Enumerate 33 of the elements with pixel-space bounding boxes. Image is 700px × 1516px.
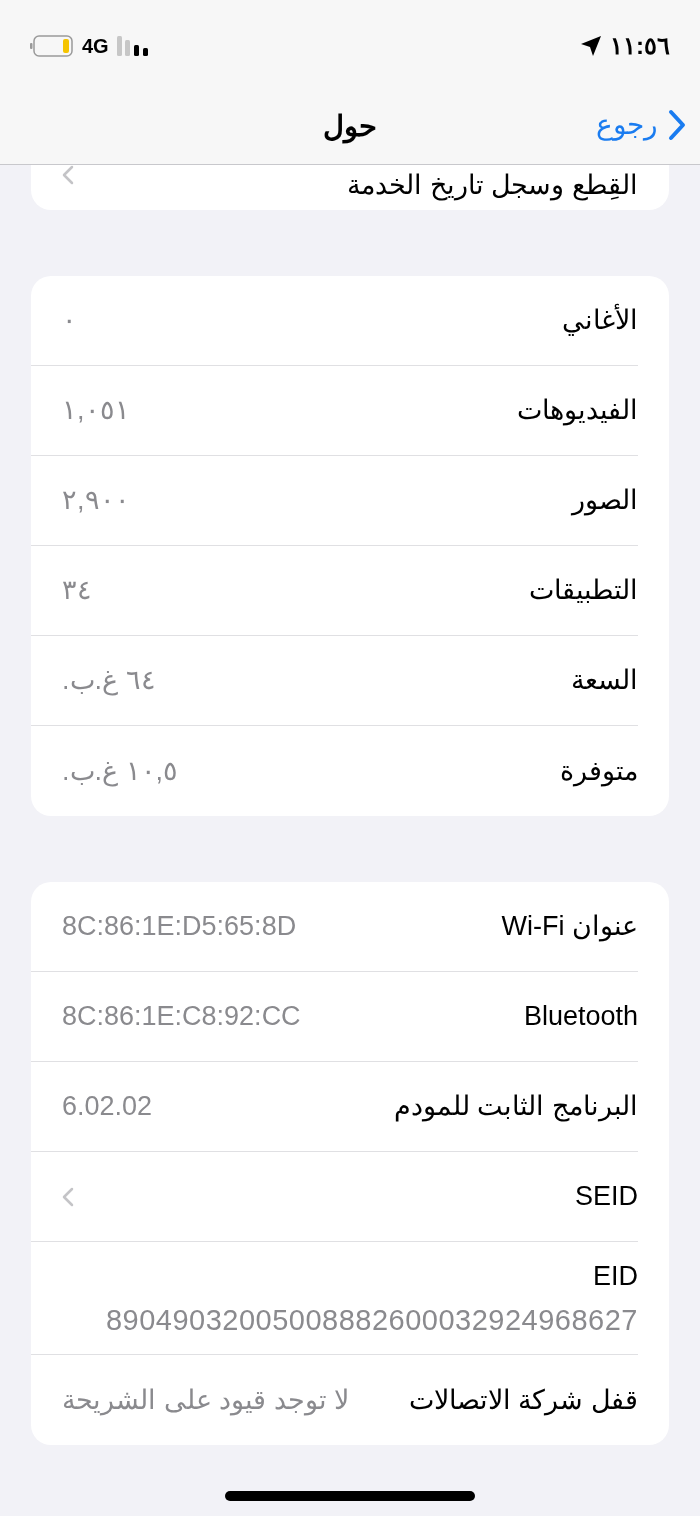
row-value: ٢,٩٠٠ xyxy=(62,484,130,518)
row-label: الأغاني xyxy=(562,302,638,338)
row-label: متوفرة xyxy=(560,754,638,789)
row-value: ١,٠٥١ xyxy=(62,394,130,428)
chevron-icon xyxy=(62,1186,74,1207)
row-label: التطبيقات xyxy=(529,574,638,608)
row-value: 89049032005008882600032924968627 xyxy=(105,1303,638,1338)
row-label: عنوان Wi-Fi xyxy=(501,910,638,944)
row-value: لا توجد قيود على الشريحة xyxy=(62,1383,349,1418)
status-time: ١١:٥٦ xyxy=(610,31,670,61)
row-value: 8C:86:1E:D5:65:8D xyxy=(62,910,297,944)
list-item[interactable]: القِطع وسجل تاريخ الخدمة xyxy=(31,165,638,210)
row-label: الصور xyxy=(572,484,638,518)
row-value: ٠ xyxy=(62,304,77,338)
row-label: قفل شركة الاتصالات xyxy=(409,1383,638,1418)
row-value: ٣٤ xyxy=(62,574,92,608)
signal-icon xyxy=(116,36,151,56)
battery-icon xyxy=(30,35,74,57)
location-arrow-icon xyxy=(580,35,602,57)
network-label: 4G xyxy=(82,34,109,59)
row-value: ٦٤ غ.ب. xyxy=(62,664,156,698)
back-chevron-icon xyxy=(668,109,686,141)
row-value: ١٠,٥ غ.ب. xyxy=(62,754,179,789)
row-label: EID xyxy=(593,1260,638,1293)
nav-title: حول xyxy=(323,109,377,146)
row-label: Bluetooth xyxy=(523,1000,638,1034)
list-item[interactable]: SEID xyxy=(31,1152,638,1242)
back-button[interactable]: رجوع xyxy=(596,104,686,146)
row-label: الفيديوهات xyxy=(517,394,638,428)
row-value: 6.02.02 xyxy=(62,1090,153,1124)
row-label: البرنامج الثابت للمودم xyxy=(394,1090,638,1124)
row-label: السعة xyxy=(571,664,638,698)
row-value: 8C:86:1E:C8:92:CC xyxy=(62,1000,301,1034)
